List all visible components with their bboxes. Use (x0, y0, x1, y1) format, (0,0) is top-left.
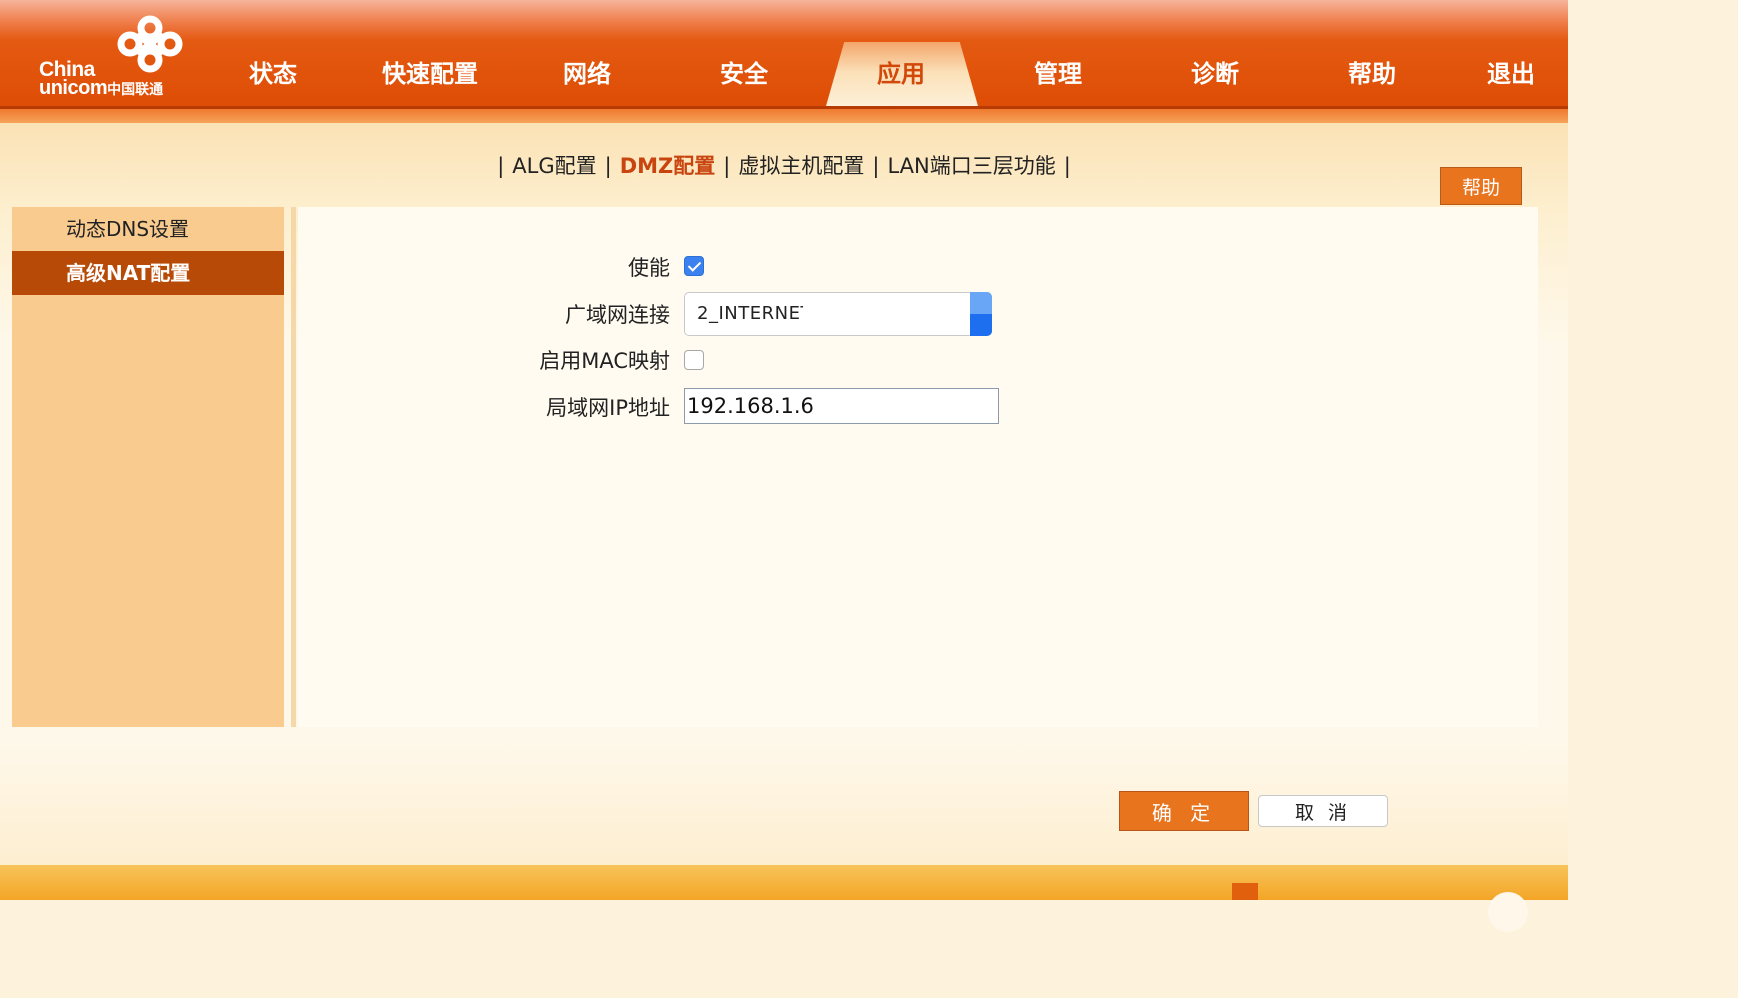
nav-help[interactable]: 帮助 (1297, 54, 1447, 89)
subnav-virtual-host-config[interactable]: 虚拟主机配置 (738, 154, 864, 178)
china-unicom-logo: China unicom中国联通 (30, 14, 200, 102)
sub-navigation: | ALG配置 | DMZ配置 | 虚拟主机配置 | LAN端口三层功能 | (0, 150, 1568, 180)
subnav-separator: | (723, 154, 731, 178)
enable-label: 使能 (628, 256, 670, 280)
wan-connection-select[interactable]: 2_INTERNET (684, 292, 992, 336)
subnav-separator: | (1063, 154, 1071, 178)
mac-mapping-label: 启用MAC映射 (539, 349, 670, 373)
nav-quick-setup[interactable]: 快速配置 (355, 54, 505, 89)
subnav-alg-config[interactable]: ALG配置 (512, 154, 596, 178)
sidebar-item-advanced-nat[interactable]: 高级NAT配置 (12, 251, 284, 295)
footer-bar (0, 865, 1568, 900)
nav-status[interactable]: 状态 (198, 54, 348, 89)
cancel-button[interactable]: 取 消 (1258, 795, 1388, 827)
subnav-separator: | (604, 154, 612, 178)
sidebar-item-ddns[interactable]: 动态DNS设置 (12, 207, 284, 251)
help-button[interactable]: 帮助 (1440, 167, 1522, 205)
top-navigation-bar: China unicom中国联通 状态 快速配置 网络 安全 应用 管理 诊断 … (0, 0, 1568, 109)
ok-button[interactable]: 确 定 (1119, 791, 1249, 831)
wan-connection-value: 2_INTERNET (697, 303, 803, 324)
sidebar: 动态DNS设置 高级NAT配置 (12, 207, 284, 727)
subnav-separator: | (497, 154, 505, 178)
nav-management[interactable]: 管理 (983, 54, 1133, 89)
unicom-knot-icon (117, 15, 183, 73)
footer-decoration (1232, 883, 1258, 900)
nav-bottom-stripe (0, 109, 1568, 123)
nav-network[interactable]: 网络 (512, 54, 662, 89)
nav-logout[interactable]: 退出 (1436, 54, 1586, 89)
wan-connection-label: 广域网连接 (565, 303, 670, 327)
sidebar-divider (291, 207, 296, 727)
select-stepper-icon[interactable] (970, 292, 992, 336)
footer-circle-decoration (1488, 892, 1528, 932)
subnav-separator: | (872, 154, 880, 178)
lan-ip-input[interactable] (684, 388, 999, 424)
subnav-lan-layer3[interactable]: LAN端口三层功能 (887, 154, 1055, 178)
logo-text-unicom: unicom中国联通 (39, 77, 164, 99)
lan-ip-label: 局域网IP地址 (546, 396, 670, 420)
enable-checkbox[interactable] (684, 256, 704, 276)
nav-security[interactable]: 安全 (669, 54, 819, 89)
subnav-dmz-config[interactable]: DMZ配置 (620, 154, 716, 178)
mac-mapping-checkbox[interactable] (684, 350, 704, 370)
nav-application[interactable]: 应用 (826, 54, 976, 89)
main-form-area (298, 207, 1538, 727)
nav-diagnostics[interactable]: 诊断 (1140, 54, 1290, 89)
